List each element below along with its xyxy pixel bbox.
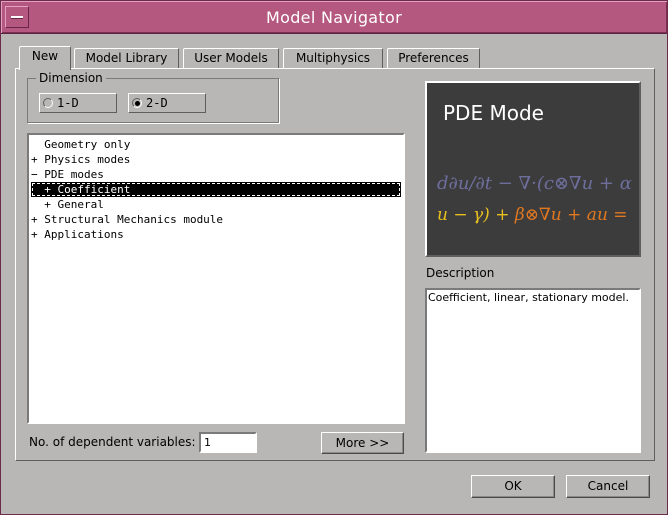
cancel-button[interactable]: Cancel [566, 475, 650, 498]
description-box: Coefficient, linear, stationary model. [425, 288, 641, 453]
preview-equation-line2-part-b: β⊗∇u + au = [514, 205, 628, 225]
radio-1d-indicator [43, 98, 53, 108]
tab-model-library[interactable]: Model Library [74, 48, 179, 68]
tree-item-physics-modes[interactable]: + Physics modes [31, 152, 130, 167]
more-button[interactable]: More >> [321, 432, 404, 454]
model-tree[interactable]: Geometry only + Physics modes − PDE mode… [27, 133, 405, 424]
mode-preview-image: PDE Mode d∂u/∂t − ∇·(c⊗∇u + α u − γ) + β… [425, 81, 641, 257]
tree-item-geometry-only[interactable]: Geometry only [31, 137, 130, 152]
preview-equation-line1: d∂u/∂t − ∇·(c⊗∇u + α [437, 173, 632, 194]
title-bar[interactable]: Model Navigator [1, 1, 667, 34]
dependent-variables-input[interactable] [199, 432, 257, 453]
tab-preferences[interactable]: Preferences [387, 48, 480, 68]
radio-2d-indicator [132, 98, 142, 108]
tree-item-general[interactable]: + General [31, 197, 104, 212]
tree-item-structural-mechanics[interactable]: + Structural Mechanics module [31, 212, 223, 227]
model-navigator-window: Model Navigator New Model Library User M… [0, 0, 668, 515]
dimension-group: Dimension 1-D 2-D [27, 71, 279, 123]
tab-new[interactable]: New [19, 46, 71, 70]
tree-item-pde-modes[interactable]: − PDE modes [31, 167, 104, 182]
dimension-legend: Dimension [36, 71, 106, 85]
preview-title: PDE Mode [443, 101, 544, 125]
radio-2d[interactable]: 2-D [128, 93, 206, 113]
tab-multiphysics[interactable]: Multiphysics [283, 48, 383, 68]
preview-equation-line2-part-a: u − γ) + [437, 205, 515, 225]
tree-item-applications[interactable]: + Applications [31, 227, 124, 242]
tree-item-coefficient[interactable]: + Coefficient [31, 182, 401, 197]
tab-user-models[interactable]: User Models [183, 48, 279, 68]
radio-2d-label: 2-D [146, 96, 168, 110]
description-label: Description [426, 266, 495, 280]
radio-1d[interactable]: 1-D [39, 93, 117, 113]
ok-button[interactable]: OK [471, 475, 555, 498]
radio-1d-label: 1-D [57, 96, 79, 110]
dependent-variables-label: No. of dependent variables: [29, 435, 196, 449]
preview-equation-line2: u − γ) + β⊗∇u + au = [437, 205, 628, 225]
window-title: Model Navigator [266, 8, 402, 27]
